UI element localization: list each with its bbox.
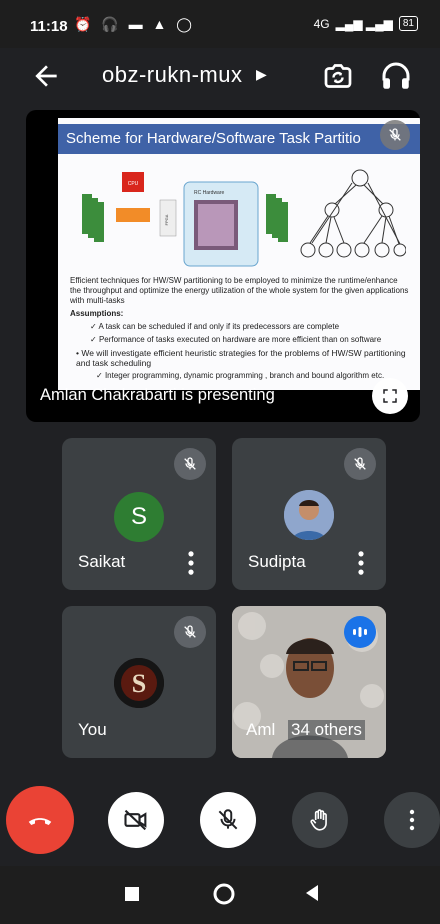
status-bar: 11:18 ⏰ 🎧 ▬ ▲ ◯ 4G ▂▄▆ ▂▄▆ 81 xyxy=(0,0,440,48)
mic-off-icon xyxy=(174,616,206,648)
headphones-icon[interactable] xyxy=(378,58,414,94)
more-options-button[interactable] xyxy=(384,792,440,848)
slide-body: Efficient techniques for HW/SW partition… xyxy=(70,276,410,384)
slide-paragraph: Efficient techniques for HW/SW partition… xyxy=(70,276,409,305)
slide-bullet: • We will investigate efficient heuristi… xyxy=(76,348,406,368)
call-controls xyxy=(0,778,440,866)
more-options-icon[interactable] xyxy=(354,550,368,576)
home-icon[interactable] xyxy=(212,882,236,906)
cpu-label: CPU xyxy=(128,181,139,187)
camera-toggle-button[interactable] xyxy=(108,792,164,848)
mic-off-icon xyxy=(218,809,238,830)
participant-tile-saikat[interactable]: S Saikat xyxy=(62,438,216,590)
participant-tile-sudipta[interactable]: Sudipta xyxy=(232,438,386,590)
meeting-code[interactable]: obz-rukn-mux xyxy=(102,62,242,88)
camera-off-icon xyxy=(124,809,147,831)
slide-sub-bullet: ✓ Integer programming, dynamic programmi… xyxy=(96,371,385,380)
fullscreen-button[interactable] xyxy=(372,378,408,414)
status-right: 4G ▂▄▆ ▂▄▆ 81 xyxy=(314,16,418,31)
signal-icon: ▂▄▆ ▂▄▆ xyxy=(335,16,393,31)
assumptions-heading: Assumptions: xyxy=(70,309,124,318)
raise-hand-button[interactable] xyxy=(292,792,348,848)
hang-up-icon xyxy=(28,818,52,825)
others-count[interactable]: 34 others xyxy=(288,720,365,740)
participant-tile-others[interactable]: Aml 34 others xyxy=(232,606,386,758)
speaking-indicator-icon xyxy=(344,616,376,648)
more-vert-icon xyxy=(409,809,415,831)
presenter-mic-off-icon xyxy=(380,120,410,150)
avatar xyxy=(284,490,334,540)
status-time: 11:18 xyxy=(30,18,68,35)
shared-slide: Scheme for Hardware/Software Task Partit… xyxy=(58,118,420,390)
assumption-item: ✓ Performance of tasks executed on hardw… xyxy=(90,335,382,344)
rc-hardware-label: RC Hardware xyxy=(194,190,225,196)
system-nav-bar xyxy=(0,866,440,924)
chevron-right-icon[interactable]: ▶ xyxy=(256,66,267,83)
assumption-item: ✓ A task can be scheduled if and only if… xyxy=(90,322,340,331)
participant-name: Saikat xyxy=(78,552,126,571)
recents-icon[interactable] xyxy=(124,886,140,902)
avatar: S xyxy=(114,658,164,708)
meeting-top-bar: obz-rukn-mux ▶ xyxy=(0,48,440,104)
presentation-tile[interactable]: Scheme for Hardware/Software Task Partit… xyxy=(26,110,420,422)
partitioning-diagram: CPU FPGA RC Hardware xyxy=(82,169,406,267)
fullscreen-icon xyxy=(383,389,397,403)
mic-off-icon xyxy=(344,448,376,480)
battery-icon: 81 xyxy=(398,16,418,31)
participant-name: Aml xyxy=(246,720,276,739)
raise-hand-icon xyxy=(310,809,327,831)
more-options-icon[interactable] xyxy=(184,550,198,576)
participant-name: Sudipta xyxy=(248,552,306,571)
presenting-label: Amlan Chakrabarti is presenting xyxy=(40,386,275,404)
back-arrow-icon[interactable] xyxy=(30,60,62,92)
mic-off-icon xyxy=(174,448,206,480)
network-type: 4G xyxy=(313,16,330,31)
svg-text:S: S xyxy=(132,669,146,698)
avatar: S xyxy=(114,492,164,542)
back-icon[interactable] xyxy=(304,884,320,902)
switch-camera-icon[interactable] xyxy=(320,58,356,94)
participant-tile-you[interactable]: S You xyxy=(62,606,216,758)
slide-title: Scheme for Hardware/Software Task Partit… xyxy=(58,124,420,154)
notification-icons: ⏰ 🎧 ▬ ▲ ◯ xyxy=(74,16,195,32)
fpga-label: FPGA xyxy=(164,214,169,225)
participant-name: You xyxy=(78,720,107,739)
mic-toggle-button[interactable] xyxy=(200,792,256,848)
end-call-button[interactable] xyxy=(6,786,74,854)
